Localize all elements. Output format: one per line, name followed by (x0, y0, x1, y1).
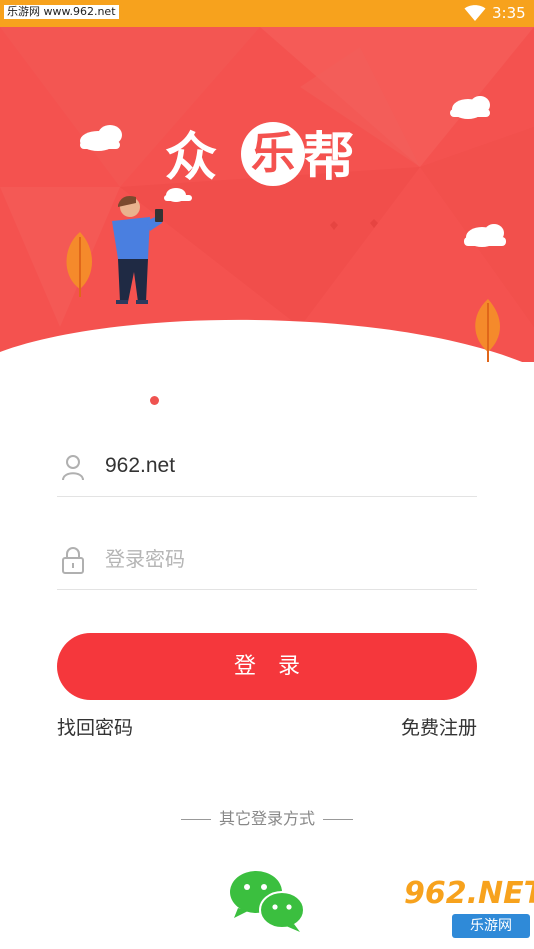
carousel-dot[interactable] (150, 396, 159, 405)
divider-left (180, 819, 211, 820)
watermark-text: 乐游网 www.962.net (4, 5, 119, 19)
other-login-label: 其它登录方式 (218, 809, 315, 828)
password-placeholder[interactable]: 登录密码 (105, 544, 185, 574)
login-button[interactable]: 登录 (57, 633, 477, 700)
wifi-icon (464, 5, 486, 21)
logo-char-2: 乐 (251, 128, 295, 179)
watermark-badge: 962.NET 乐游网 (396, 870, 534, 949)
username-field[interactable]: 962.net (57, 437, 477, 497)
status-bar: 乐游网 www.962.net 3:35 (0, 0, 534, 27)
divider-right (323, 819, 353, 820)
badge-top: 962.NET (404, 876, 534, 911)
hero-banner: 众 乐 帮 (0, 27, 534, 362)
password-field[interactable]: 登录密码 (57, 530, 477, 590)
logo-char-1: 众 (165, 128, 218, 188)
register-link[interactable]: 免费注册 (401, 715, 477, 741)
logo-char-3: 帮 (303, 128, 356, 188)
other-login-section: 其它登录方式 (0, 807, 534, 831)
app-logo: 众 乐 帮 (165, 122, 375, 202)
badge-bottom: 乐游网 (452, 914, 530, 938)
username-value[interactable]: 962.net (105, 451, 175, 481)
forgot-password-link[interactable]: 找回密码 (57, 715, 133, 741)
lock-icon (62, 547, 84, 574)
user-icon (62, 455, 84, 481)
wechat-icon[interactable] (228, 868, 308, 934)
status-time: 3:35 (492, 4, 526, 22)
logo-circle: 乐 (241, 122, 305, 186)
